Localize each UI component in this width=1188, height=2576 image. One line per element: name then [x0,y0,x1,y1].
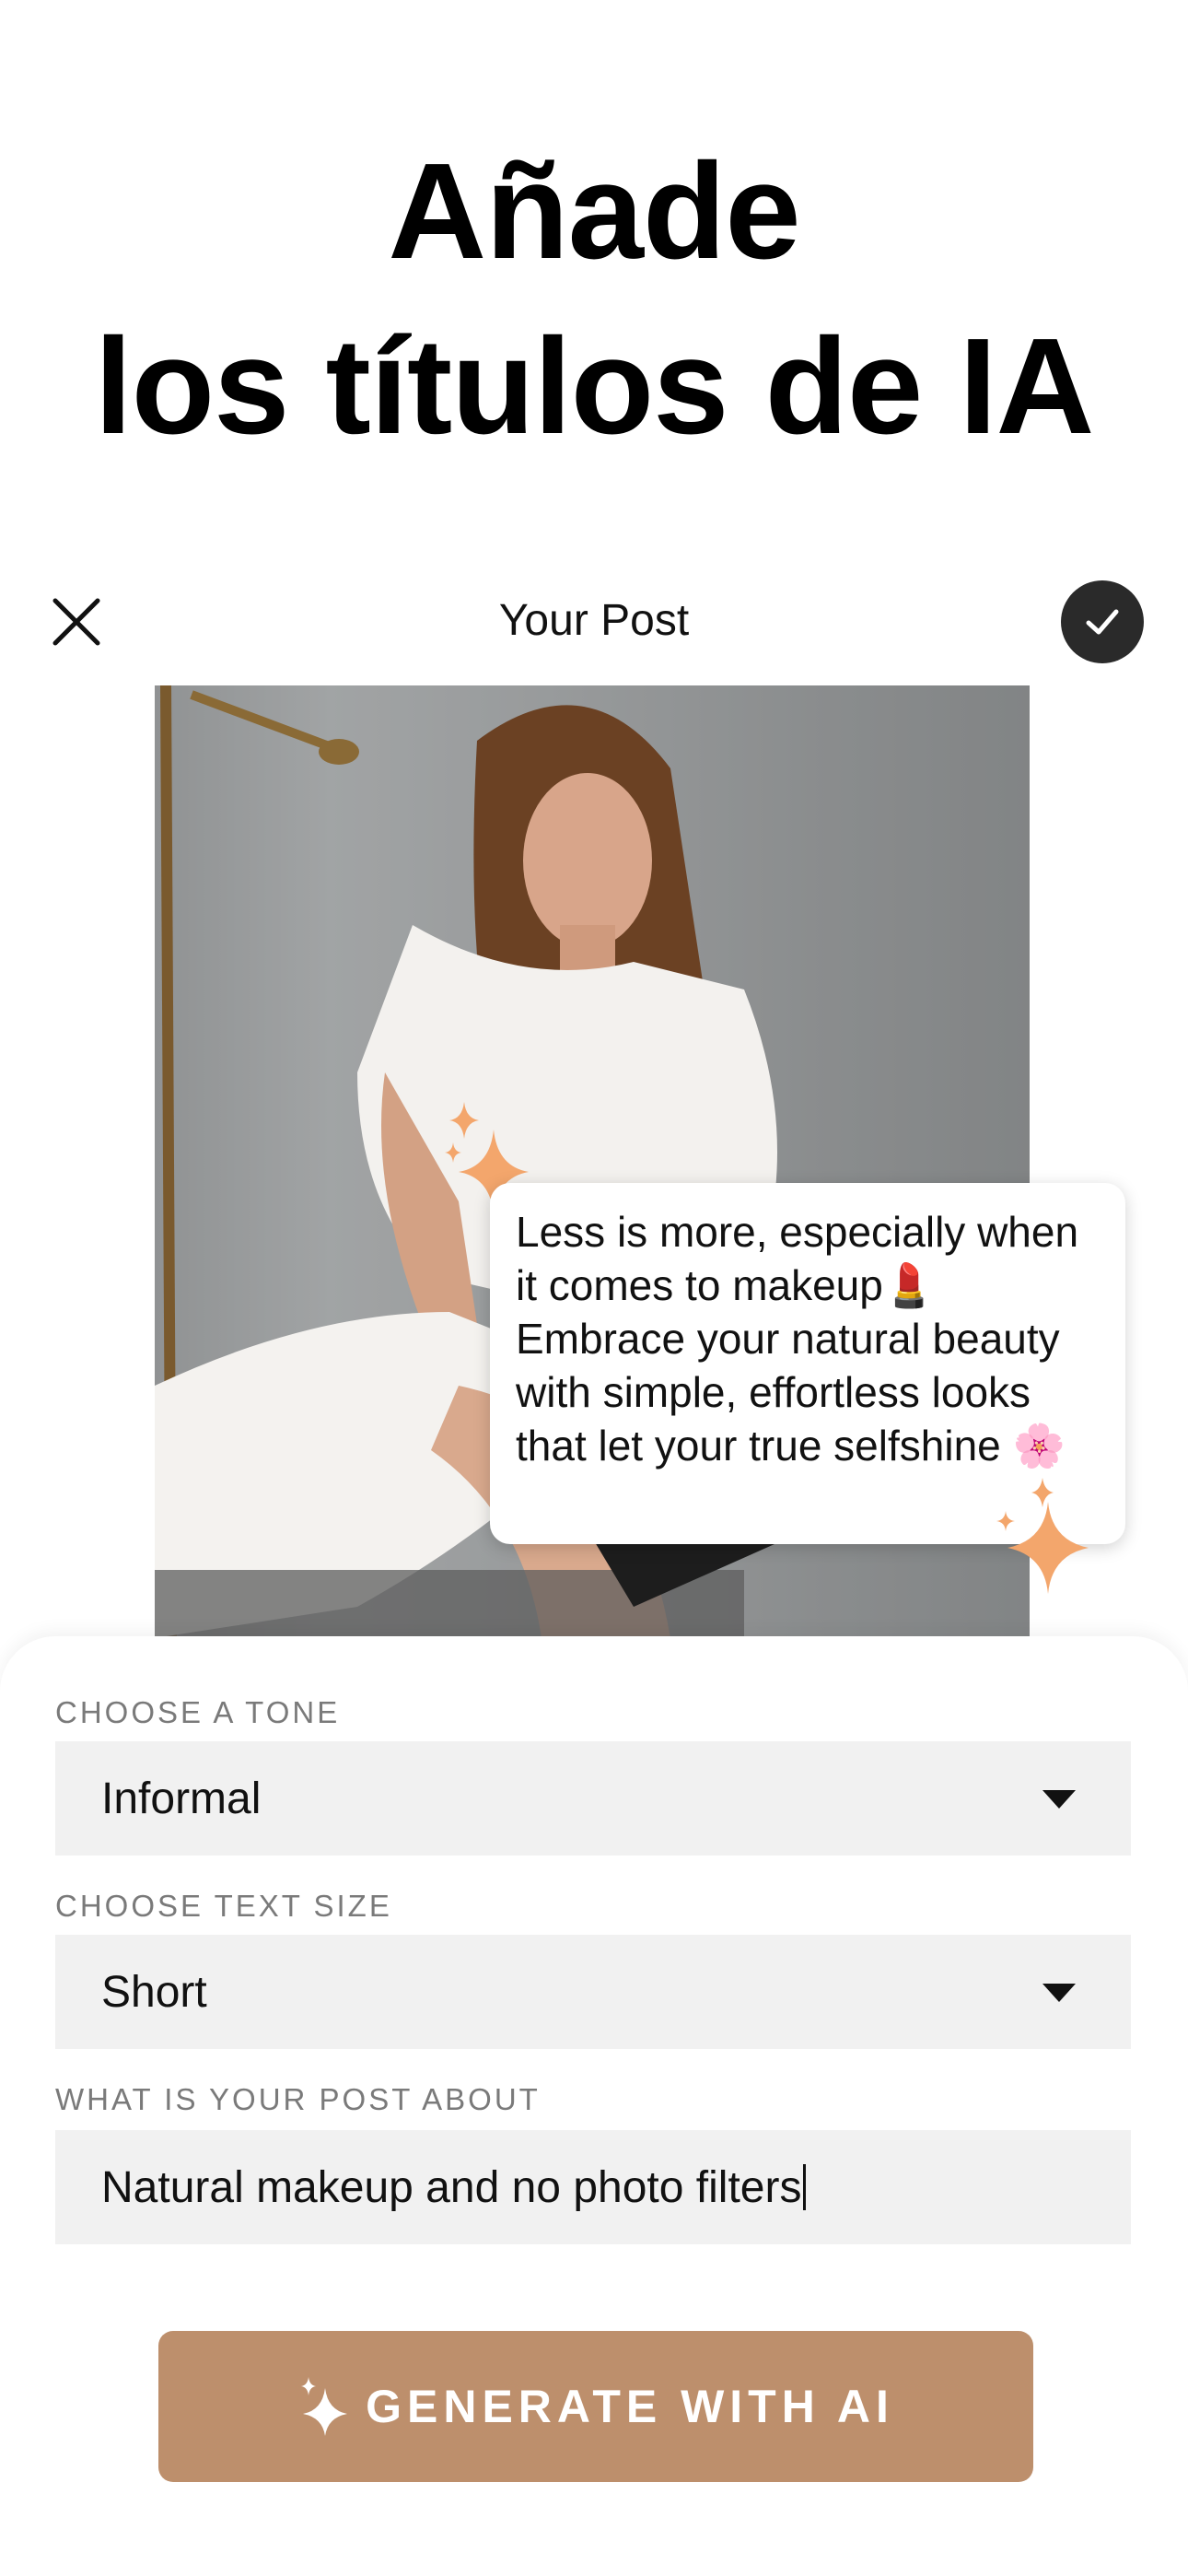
tone-label: CHOOSE A TONE [55,1695,341,1729]
text-cursor [803,2164,807,2210]
chevron-down-icon [1042,1984,1076,2002]
checkmark-icon [1086,609,1119,635]
headline: Añade los títulos de IA [0,124,1188,474]
page-title: Your Post [498,596,690,645]
text-size-select[interactable]: Short [55,1935,1131,2049]
tone-value: Informal [101,1774,262,1823]
post-about-input[interactable]: Natural makeup and no photo filters [55,2130,1131,2244]
post-about-label: WHAT IS YOUR POST ABOUT [55,2082,541,2116]
generate-with-ai-button[interactable]: GENERATE WITH AI [158,2331,1033,2482]
post-editor-topbar: Your Post [0,571,1188,673]
text-size-label: CHOOSE TEXT SIZE [55,1889,392,1923]
headline-line-2: los títulos de IA [94,310,1095,463]
sparkle-icon-bottom [996,1478,1089,1594]
tone-select[interactable]: Informal [55,1741,1131,1856]
chevron-down-icon [1042,1790,1076,1809]
sparkle-icon [301,2377,348,2436]
post-about-value: Natural makeup and no photo filters [101,2162,802,2212]
generate-button-label: GENERATE WITH AI [366,2381,894,2432]
text-size-value: Short [101,1967,207,2017]
headline-line-1: Añade [388,135,800,287]
confirm-button[interactable] [1061,580,1144,663]
